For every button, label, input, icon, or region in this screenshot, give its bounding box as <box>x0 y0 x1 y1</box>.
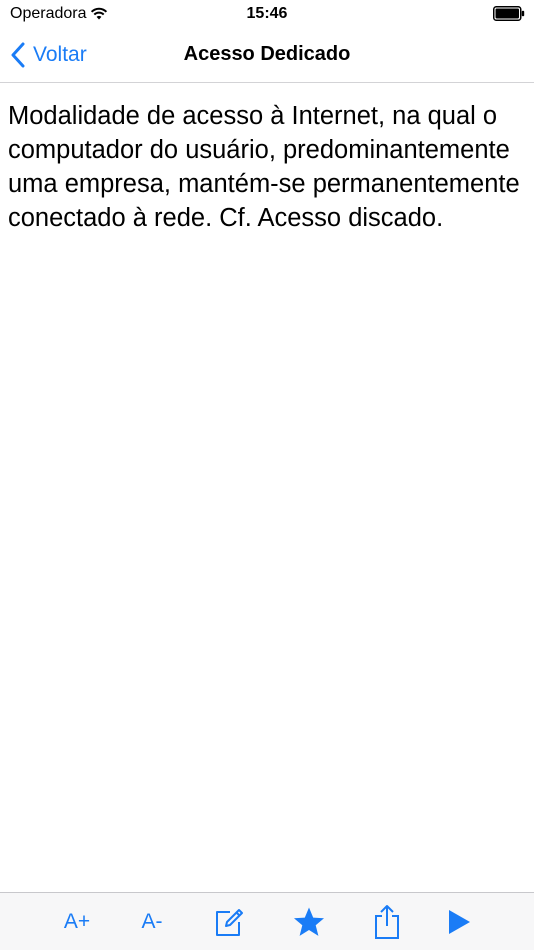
navigation-bar: Voltar Acesso Dedicado <box>0 28 534 83</box>
bottom-toolbar: A+ A- <box>0 892 534 950</box>
increase-font-label: A+ <box>63 910 91 933</box>
definition-text: Modalidade de acesso à Internet, na qual… <box>8 102 520 232</box>
share-icon <box>375 905 399 939</box>
page-title: Acesso Dedicado <box>183 43 351 65</box>
decrease-font-label: A- <box>141 910 163 933</box>
favorite-button[interactable] <box>287 904 331 940</box>
increase-font-button[interactable]: A+ <box>55 904 99 940</box>
play-icon <box>449 910 470 934</box>
edit-note-icon <box>216 909 243 936</box>
status-bar: Operadora 15:46 <box>0 0 534 28</box>
play-button[interactable] <box>437 904 481 940</box>
edit-note-button[interactable] <box>207 904 251 940</box>
decrease-font-button[interactable]: A- <box>130 904 174 940</box>
screen: Operadora 15:46 Voltar Acesso Dedicado M… <box>0 0 534 950</box>
content-area: Modalidade de acesso à Internet, na qual… <box>8 99 528 235</box>
star-icon <box>294 907 324 936</box>
clock: 15:46 <box>246 5 288 22</box>
share-button[interactable] <box>365 904 409 940</box>
battery-icon <box>493 6 525 21</box>
